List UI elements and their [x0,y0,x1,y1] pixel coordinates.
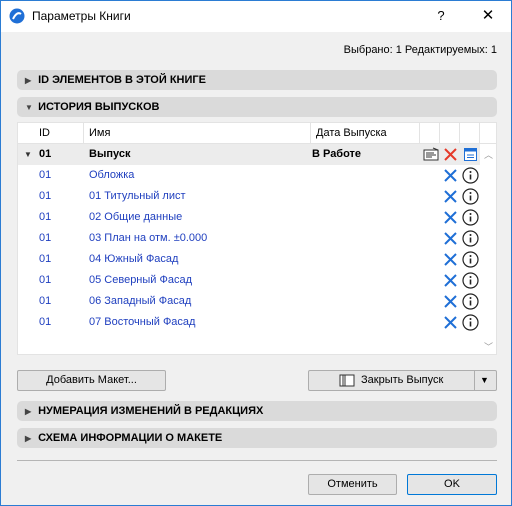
row-id: 01 [39,190,52,202]
remove-icon[interactable] [443,252,458,267]
table-row-issue[interactable]: ▼ 01 Выпуск В Работе [18,144,480,165]
section-layout-info-header[interactable]: ▶ СХЕМА ИНФОРМАЦИИ О МАКЕТЕ [17,428,497,448]
remove-icon[interactable] [443,315,458,330]
column-header-name[interactable]: Имя [84,123,311,144]
delete-issue-icon[interactable] [443,147,458,162]
column-header-id[interactable]: ID [34,123,84,144]
table-row[interactable]: 01 05 Северный Фасад [18,270,480,291]
remove-icon[interactable] [443,273,458,288]
section-id-elements-header[interactable]: ▶ ID ЭЛЕМЕНТОВ В ЭТОЙ КНИГЕ [17,70,497,90]
section-label: ИСТОРИЯ ВЫПУСКОВ [38,101,160,113]
remove-icon[interactable] [443,168,458,183]
add-layout-button[interactable]: Добавить Макет... [17,370,166,391]
collapse-arrow-icon: ▼ [25,103,33,112]
remove-icon[interactable] [443,231,458,246]
cancel-button[interactable]: Отменить [308,474,397,495]
scroll-up-icon[interactable]: ︿ [484,148,493,161]
expand-arrow-icon: ▶ [25,407,32,416]
split-divider [474,371,475,390]
row-id: 01 [39,295,52,307]
window-title: Параметры Книги [32,9,131,23]
section-label: СХЕМА ИНФОРМАЦИИ О МАКЕТЕ [38,432,223,444]
info-icon[interactable] [462,209,479,226]
row-id: 01 [39,316,52,328]
row-name: 03 План на отм. ±0.000 [89,232,208,244]
close-window-button[interactable]: ✕ [475,5,501,27]
row-name: Обложка [89,169,135,181]
row-name: 07 Восточный Фасад [89,316,196,328]
table-row[interactable]: 01 07 Восточный Фасад [18,312,480,333]
collapse-arrow-icon[interactable]: ▼ [24,144,32,165]
info-icon[interactable] [462,314,479,331]
row-name: 05 Северный Фасад [89,274,193,286]
table-header: ID Имя Дата Выпуска [18,123,496,144]
scroll-down-icon[interactable]: ﹀ [484,340,493,353]
section-label: НУМЕРАЦИЯ ИЗМЕНЕНИЙ В РЕДАКЦИЯХ [38,405,264,417]
expand-arrow-icon: ▶ [25,76,32,85]
title-bar: Параметры Книги ? ✕ [1,1,511,32]
close-issue-label: Закрыть Выпуск [361,374,444,386]
row-name: 04 Южный Фасад [89,253,179,265]
issue-date: В Работе [312,148,362,160]
column-header-icon-3 [460,123,480,144]
column-header-icon-1 [420,123,440,144]
issue-history-table: ID Имя Дата Выпуска ▼ 01 Выпуск В Работе [17,122,497,355]
remove-icon[interactable] [443,210,458,225]
row-id: 01 [39,211,52,223]
close-issue-button[interactable]: Закрыть Выпуск ▼ [308,370,497,391]
section-revision-numbering-header[interactable]: ▶ НУМЕРАЦИЯ ИЗМЕНЕНИЙ В РЕДАКЦИЯХ [17,401,497,421]
info-icon[interactable] [462,251,479,268]
info-icon[interactable] [462,230,479,247]
help-button[interactable]: ? [429,5,453,27]
info-icon[interactable] [462,293,479,310]
row-id: 01 [39,274,52,286]
table-row[interactable]: 01 04 Южный Фасад [18,249,480,270]
selection-info: Выбрано: 1 Редактируемых: 1 [343,44,497,56]
section-issue-history-header[interactable]: ▼ ИСТОРИЯ ВЫПУСКОВ [17,97,497,117]
table-row[interactable]: 01 01 Титульный лист [18,186,480,207]
expand-arrow-icon: ▶ [25,434,32,443]
close-issue-icon [339,374,355,387]
ok-button[interactable]: OK [407,474,497,495]
row-name: 02 Общие данные [89,211,183,223]
row-id: 01 [39,253,52,265]
issue-name: Выпуск [89,148,131,160]
table-row[interactable]: 01 Обложка [18,165,480,186]
issue-document-icon[interactable] [423,147,439,162]
footer-divider [17,460,497,461]
row-id: 01 [39,169,52,181]
column-header-date[interactable]: Дата Выпуска [311,123,420,144]
issue-id: 01 [39,148,52,160]
remove-icon[interactable] [443,294,458,309]
dropdown-arrow-icon[interactable]: ▼ [480,371,489,390]
row-name: 01 Титульный лист [89,190,186,202]
info-icon[interactable] [462,272,479,289]
row-name: 06 Западный Фасад [89,295,192,307]
column-header-icon-2 [440,123,460,144]
row-id: 01 [39,232,52,244]
book-settings-dialog: Параметры Книги ? ✕ Выбрано: 1 Редактиру… [0,0,512,506]
table-row[interactable]: 01 02 Общие данные [18,207,480,228]
info-icon[interactable] [462,167,479,184]
table-row[interactable]: 01 06 Западный Фасад [18,291,480,312]
table-row[interactable]: 01 03 План на отм. ±0.000 [18,228,480,249]
issue-properties-icon[interactable] [464,148,477,161]
section-label: ID ЭЛЕМЕНТОВ В ЭТОЙ КНИГЕ [38,74,206,86]
app-logo-icon [9,8,25,24]
table-scrollbar[interactable]: ︿ ﹀ [481,144,496,354]
remove-icon[interactable] [443,189,458,204]
info-icon[interactable] [462,188,479,205]
